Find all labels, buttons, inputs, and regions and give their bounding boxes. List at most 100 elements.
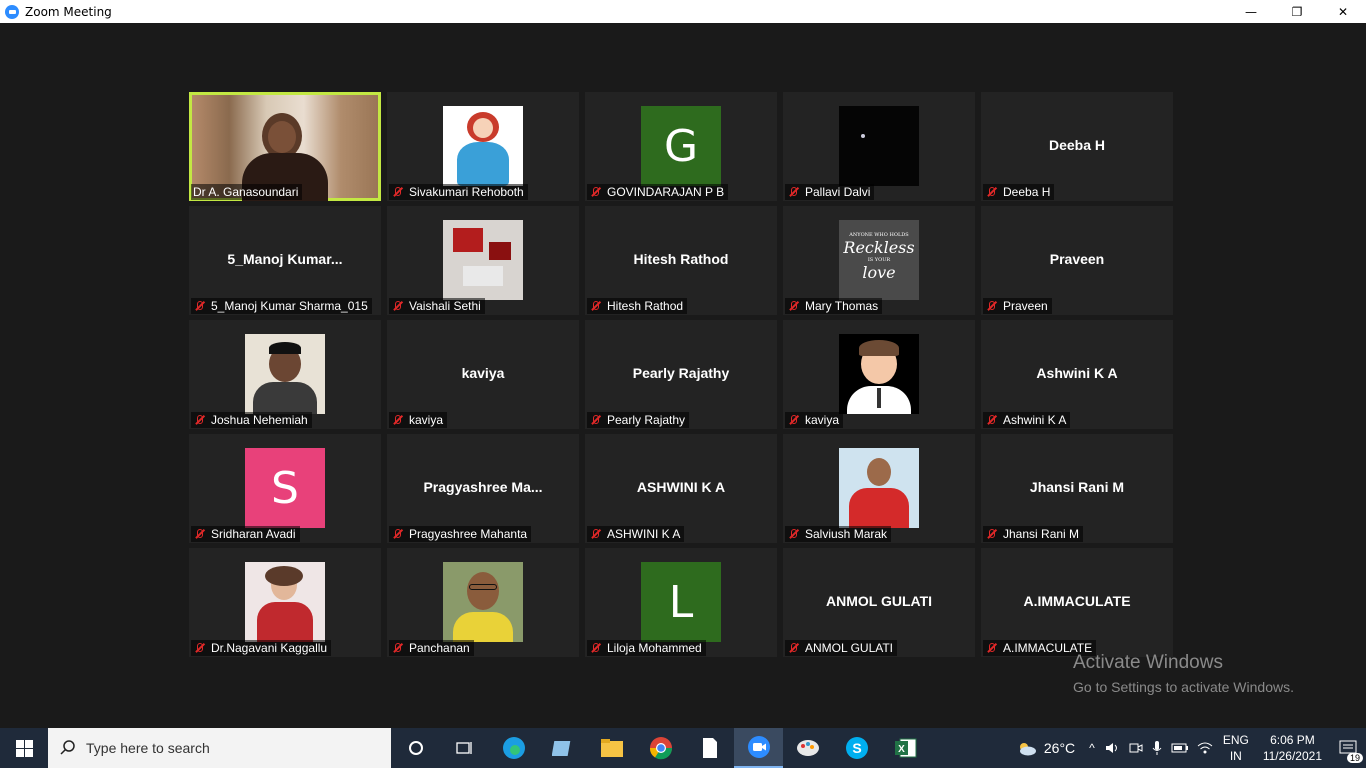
skype-app[interactable]: S [832,728,881,768]
participant-name: Vaishali Sethi [409,299,481,313]
svg-text:X: X [898,744,905,755]
volume-icon[interactable] [1105,741,1121,755]
muted-mic-icon [985,642,997,654]
participant-tile[interactable]: Praveen Praveen [981,206,1173,315]
muted-mic-icon [787,186,799,198]
participant-tile[interactable]: S Sridharan Avadi [189,434,381,543]
participant-name: Pallavi Dalvi [805,185,871,199]
participant-tile[interactable]: ASHWINI K A ASHWINI K A [585,434,777,543]
maximize-button[interactable]: ❐ [1274,0,1320,23]
clock[interactable]: 6:06 PM 11/26/2021 [1263,732,1322,764]
notification-center-button[interactable]: 19 [1330,728,1366,768]
participant-display-name: ANMOL GULATI [825,593,933,609]
participant-name-label: Jhansi Rani M [983,526,1084,542]
notification-count: 19 [1346,753,1363,763]
participant-name: GOVINDARAJAN P B [607,185,725,199]
participant-tile[interactable]: ANMOL GULATI ANMOL GULATI [783,548,975,657]
participant-name: Dr.Nagavani Kaggallu [211,641,328,655]
excel-app[interactable]: X [881,728,930,768]
participant-display-name: Praveen [1049,251,1105,267]
participant-name-label: Vaishali Sethi [389,298,485,314]
participant-tile[interactable]: Ashwini K A Ashwini K A [981,320,1173,429]
muted-mic-icon [787,414,799,426]
participant-tile[interactable]: A.IMMACULATE A.IMMACULATE [981,548,1173,657]
window-title: Zoom Meeting [25,4,112,19]
cortana-button[interactable] [391,728,440,768]
participant-tile[interactable]: Salviush Marak [783,434,975,543]
participant-tile[interactable]: L Liloja Mohammed [585,548,777,657]
chrome-app[interactable] [636,728,685,768]
participant-tile[interactable]: Deeba H Deeba H [981,92,1173,201]
participant-tile[interactable]: ANYONE WHO HOLDS Reckless IS YOUR love Mary … [783,206,975,315]
battery-icon[interactable] [1171,742,1189,754]
cortana-icon [408,741,423,755]
notepad-app[interactable] [538,728,587,768]
participant-name-label: Hitesh Rathod [587,298,688,314]
participant-display-name: Pragyashree Ma... [423,479,543,495]
language-code: ENG [1222,733,1249,747]
muted-mic-icon [391,300,403,312]
wifi-icon[interactable] [1197,741,1213,755]
participant-name-label: Mary Thomas [785,298,883,314]
file-explorer-app[interactable] [587,728,636,768]
participant-tile[interactable]: Pragyashree Ma... Pragyashree Mahanta [387,434,579,543]
participant-tile[interactable]: Dr.Nagavani Kaggallu [189,548,381,657]
participant-tile[interactable]: Dr A. Ganasoundari [189,92,381,201]
participant-tile[interactable]: Pearly Rajathy Pearly Rajathy [585,320,777,429]
language-indicator[interactable]: ENG IN [1223,732,1249,764]
muted-mic-icon [391,186,403,198]
muted-mic-icon [787,528,799,540]
search-icon [60,740,75,755]
paint-app[interactable] [783,728,832,768]
participant-display-name: ASHWINI K A [636,479,726,495]
system-tray: 26°C ^ ENG IN 6:06 PM 11/26/2021 19 [1016,728,1366,768]
meet-now-icon[interactable] [1129,741,1143,755]
participant-name: Liloja Mohammed [607,641,702,655]
participant-name-label: kaviya [389,412,448,428]
close-button[interactable]: ✕ [1320,0,1366,23]
task-view-icon [455,742,472,754]
minimize-button[interactable]: — [1228,0,1274,23]
participant-tile[interactable]: Vaishali Sethi [387,206,579,315]
muted-mic-icon [787,642,799,654]
participant-tile[interactable]: G GOVINDARAJAN P B [585,92,777,201]
participant-name: Pragyashree Mahanta [409,527,528,541]
participant-photo [839,448,919,528]
muted-mic-icon [589,642,601,654]
document-app[interactable] [685,728,734,768]
participant-name: ASHWINI K A [607,527,681,541]
zoom-logo-icon [5,4,19,19]
zoom-app[interactable] [734,728,783,768]
participant-tile[interactable]: Hitesh Rathod Hitesh Rathod [585,206,777,315]
participant-tile[interactable]: kaviya [783,320,975,429]
clock-date: 11/26/2021 [1262,749,1322,763]
participant-video [192,95,378,201]
start-button[interactable] [0,728,48,768]
microphone-icon[interactable] [1151,740,1163,756]
muted-mic-icon [985,300,997,312]
muted-mic-icon [193,528,205,540]
excel-icon: X [894,738,916,758]
participant-tile[interactable]: Sivakumari Rehoboth [387,92,579,201]
paint-icon [796,740,819,756]
edge-app[interactable] [489,728,538,768]
participant-tile[interactable]: Joshua Nehemiah [189,320,381,429]
participant-tile[interactable]: Jhansi Rani M Jhansi Rani M [981,434,1173,543]
participant-tile[interactable]: Panchanan [387,548,579,657]
participant-name-label: Sivakumari Rehoboth [389,184,528,200]
participant-tile[interactable]: kaviya kaviya [387,320,579,429]
participant-tile[interactable]: Pallavi Dalvi [783,92,975,201]
participant-name-label: 5_Manoj Kumar Sharma_015 [191,298,372,314]
participant-photo [839,106,919,186]
participant-name: Pearly Rajathy [607,413,686,427]
chevron-up-icon[interactable]: ^ [1089,741,1095,755]
weather-cloud-icon[interactable] [1016,740,1038,756]
participant-name: Deeba H [1003,185,1051,199]
participant-tile[interactable]: 5_Manoj Kumar... 5_Manoj Kumar Sharma_015 [189,206,381,315]
participant-name-label: Praveen [983,298,1052,314]
task-view-button[interactable] [440,728,489,768]
weather-temperature[interactable]: 26°C [1044,740,1075,756]
taskbar: Type here to search S X 26°C ^ ENG IN 6:… [0,728,1366,768]
taskbar-search[interactable]: Type here to search [48,728,391,768]
participant-name-label: GOVINDARAJAN P B [587,184,729,200]
